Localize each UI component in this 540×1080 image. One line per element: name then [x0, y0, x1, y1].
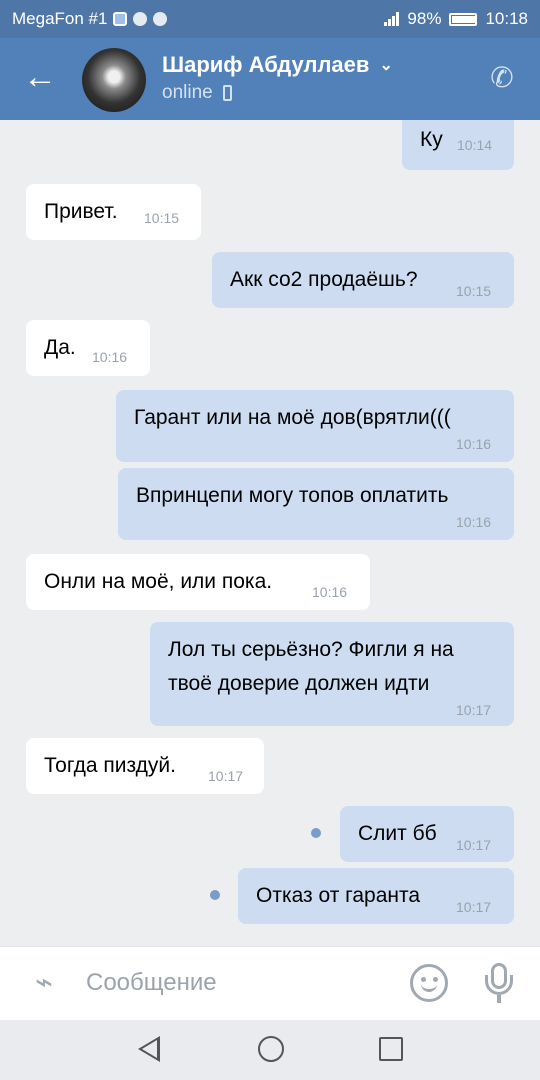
message-time: 10:16: [456, 514, 492, 530]
message-bubble-incoming[interactable]: Тогда пиздуй. 10:17: [26, 738, 264, 794]
microphone-icon[interactable]: [482, 961, 516, 1005]
mobile-device-icon: [222, 85, 232, 101]
message-composer: ⌁: [0, 946, 540, 1020]
message-text: Впринцепи могу топов оплатить: [136, 484, 449, 507]
smiley-icon[interactable]: [410, 964, 448, 1002]
message-text: Онли на моё, или пока.: [44, 570, 273, 593]
message-text: Ку: [420, 128, 443, 151]
message-bubble-incoming[interactable]: Привет. 10:15: [26, 184, 201, 240]
nav-home-icon[interactable]: [258, 1036, 284, 1062]
unread-dot: [311, 828, 321, 838]
system-nav-bar: [0, 1020, 540, 1080]
contact-name-row[interactable]: Шариф Абдуллаев ⌄: [162, 52, 393, 78]
status-bar-left: MegaFon #1: [12, 9, 168, 29]
status-label: online: [162, 82, 213, 103]
contact-name: Шариф Абдуллаев: [162, 52, 370, 77]
unread-dot: [210, 890, 220, 900]
message-text: Да.: [44, 336, 76, 359]
nav-back-icon[interactable]: [138, 1036, 160, 1062]
battery-percent: 98%: [407, 9, 442, 28]
message-bubble-outgoing[interactable]: Акк со2 продаёшь? 10:15: [212, 252, 514, 308]
carrier-label: MegaFon #1: [12, 9, 108, 28]
message-bubble-incoming[interactable]: Онли на моё, или пока. 10:16: [26, 554, 370, 610]
message-text-line2: твоё доверие должен идти: [168, 672, 430, 695]
message-bubble-incoming[interactable]: Да. 10:16: [26, 320, 150, 376]
message-bubble-outgoing[interactable]: Лол ты серьёзно? Фигли я на твоё доверие…: [150, 622, 514, 726]
message-text: Слит бб: [358, 822, 437, 845]
message-text: Привет.: [44, 200, 118, 223]
arrow-left-icon[interactable]: ←: [20, 58, 60, 98]
chevron-down-icon: ⌄: [379, 57, 393, 74]
nav-recents-icon[interactable]: [379, 1037, 403, 1061]
chat-icon: [133, 12, 148, 26]
message-bubble-outgoing[interactable]: Слит бб 10:17: [340, 806, 514, 862]
message-bubble-outgoing[interactable]: Гарант или на моё дов(врятли((( 10:16: [116, 390, 514, 462]
message-text: Акк со2 продаёшь?: [230, 268, 418, 291]
message-list[interactable]: Ку 10:14 Привет. 10:15 Акк со2 продаёшь?…: [0, 120, 540, 946]
message-time: 10:15: [144, 210, 180, 226]
message-input[interactable]: [86, 965, 386, 1001]
message-time: 10:17: [456, 702, 492, 718]
message-time: 10:16: [456, 436, 492, 452]
status-bar: MegaFon #1 98% 10:18: [0, 0, 540, 38]
shield-icon: [113, 12, 128, 26]
online-status: online: [162, 82, 232, 104]
message-time: 10:16: [312, 584, 348, 600]
viber-icon: [153, 12, 168, 26]
message-text: Отказ от гаранта: [256, 884, 421, 907]
message-time: 10:17: [208, 768, 244, 784]
paperclip-icon[interactable]: ⌁: [24, 963, 64, 1003]
message-time: 10:15: [456, 283, 492, 299]
message-time: 10:16: [92, 349, 128, 365]
chat-header: ← Шариф Абдуллаев ⌄ online ✆: [0, 38, 540, 120]
message-time: 10:17: [456, 837, 492, 853]
message-bubble-outgoing[interactable]: Отказ от гаранта 10:17: [238, 868, 514, 924]
battery-icon: [449, 12, 478, 26]
message-bubble-outgoing[interactable]: Ку 10:14: [402, 120, 514, 170]
message-text: Тогда пиздуй.: [44, 754, 176, 777]
message-text-line1: Лол ты серьёзно? Фигли я на: [168, 638, 454, 661]
avatar[interactable]: [82, 48, 146, 112]
status-bar-right: 98% 10:18: [384, 9, 528, 29]
message-bubble-outgoing[interactable]: Впринцепи могу топов оплатить 10:16: [118, 468, 514, 540]
phone-icon[interactable]: ✆: [484, 60, 520, 96]
clock: 10:18: [485, 9, 528, 28]
message-text: Гарант или на моё дов(врятли(((: [134, 406, 451, 429]
message-time: 10:17: [456, 899, 492, 915]
signal-icon: [384, 12, 400, 26]
message-time: 10:14: [457, 137, 493, 153]
